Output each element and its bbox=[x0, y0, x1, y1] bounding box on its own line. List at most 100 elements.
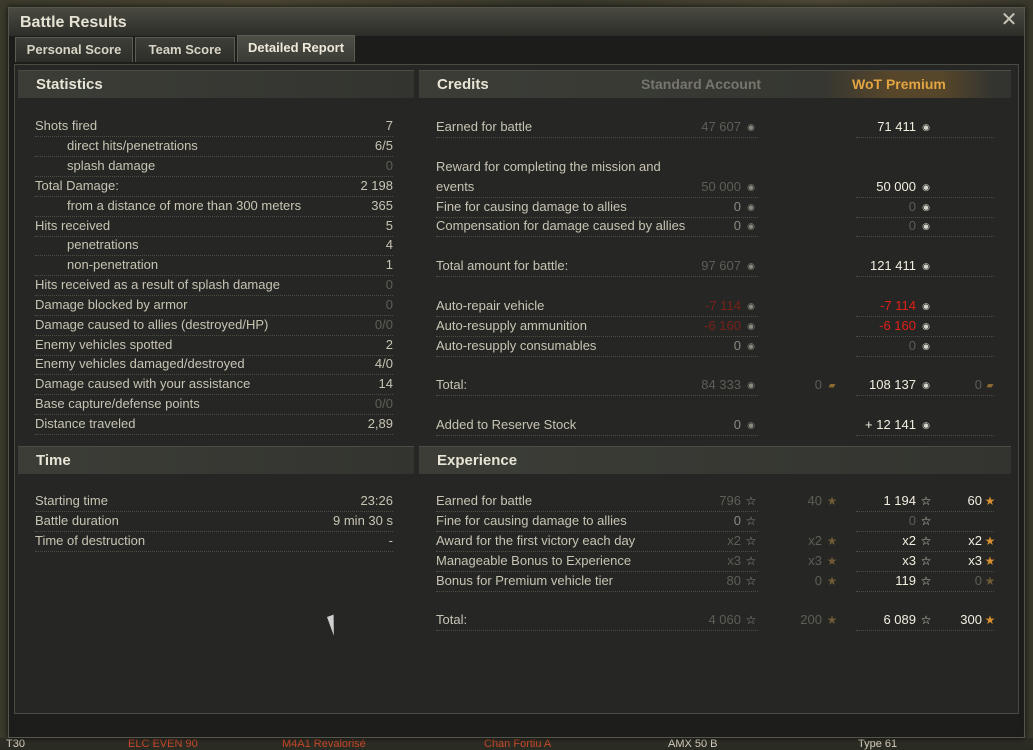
row-divider bbox=[856, 236, 994, 237]
experience-premium-value: 119 bbox=[895, 573, 916, 588]
row-divider bbox=[856, 137, 994, 138]
credits-row: Auto-resupply ammunition -6 160 ◉ -6 160 ◉ bbox=[436, 317, 996, 337]
xp-star-icon: ☆ bbox=[920, 613, 932, 627]
credits-label: Reward for completing the mission and bbox=[436, 159, 661, 174]
stat-label: Hits received bbox=[35, 218, 111, 233]
stat-row: Damage caused to allies (destroyed/HP) 0/… bbox=[35, 316, 393, 336]
row-divider bbox=[436, 435, 758, 436]
experience-standard-value: 0 bbox=[733, 513, 741, 528]
stat-row: non-penetration 1 bbox=[35, 256, 393, 276]
background-player-name: M4A1 Revalorisé bbox=[282, 738, 366, 750]
statistics-heading: Statistics bbox=[36, 76, 103, 93]
stat-value: 6/5 bbox=[374, 138, 393, 153]
credits-standard-value: 0 bbox=[733, 218, 741, 233]
stat-row: direct hits/penetrations 6/5 bbox=[35, 137, 393, 157]
credits-label: Total: bbox=[436, 377, 468, 392]
xp-star-icon: ☆ bbox=[745, 574, 757, 588]
stat-value: 4 bbox=[385, 237, 393, 252]
stat-value: 0 bbox=[385, 297, 393, 312]
credits-standard-value: -6 160 bbox=[704, 318, 741, 333]
credit-coin-icon: ◉ bbox=[922, 202, 930, 212]
credit-coin-icon: ◉ bbox=[922, 221, 930, 231]
xp-star-icon: ☆ bbox=[920, 514, 932, 528]
tab-personal-score[interactable]: Personal Score bbox=[15, 37, 133, 62]
xp-star-icon: ☆ bbox=[745, 613, 757, 627]
free-xp-star-icon: ★ bbox=[984, 494, 996, 508]
credits-premium-value: 108 137 bbox=[869, 377, 916, 392]
experience-row: Total: 4 060 ☆ 6 089 ☆ 200 ★ 300 ★ bbox=[436, 611, 996, 631]
row-divider bbox=[436, 356, 758, 357]
stat-value: 365 bbox=[371, 198, 393, 213]
credit-coin-icon: ◉ bbox=[922, 380, 930, 390]
stat-value: 2 bbox=[385, 337, 393, 352]
wot-premium-column: WoT Premium bbox=[852, 76, 946, 92]
experience-standard-free-value: 0 bbox=[814, 573, 822, 588]
stat-row: Shots fired 7 bbox=[35, 117, 393, 137]
stat-label: Enemy vehicles spotted bbox=[35, 337, 173, 352]
close-icon[interactable]: ✕ bbox=[1000, 10, 1018, 30]
credits-label: Earned for battle bbox=[436, 119, 533, 134]
experience-premium-value: x2 bbox=[902, 533, 916, 548]
credit-coin-icon: ◉ bbox=[922, 261, 930, 271]
credits-standard-value: 0 bbox=[733, 199, 741, 214]
title-bar: Battle Results ✕ bbox=[9, 8, 1024, 36]
stat-row: Hits received as a result of splash dama… bbox=[35, 276, 393, 296]
stat-label: Base capture/defense points bbox=[35, 396, 200, 411]
experience-standard-free-value: x3 bbox=[808, 553, 822, 568]
stat-row: Damage caused with your assistance 14 bbox=[35, 375, 393, 395]
xp-star-icon: ☆ bbox=[920, 494, 932, 508]
tab-team-score[interactable]: Team Score bbox=[135, 37, 235, 62]
credits-premium-value: -7 114 bbox=[880, 298, 916, 313]
xp-star-icon: ☆ bbox=[745, 554, 757, 568]
xp-star-icon: ☆ bbox=[920, 554, 932, 568]
credit-coin-icon: ◉ bbox=[747, 420, 755, 430]
window-title: Battle Results bbox=[20, 14, 127, 31]
time-value: 9 min 30 s bbox=[333, 513, 393, 528]
credits-label: Total amount for battle: bbox=[436, 258, 569, 273]
stat-row: Enemy vehicles damaged/destroyed 4/0 bbox=[35, 355, 393, 375]
credits-row: Compensation for damage caused by allies… bbox=[436, 217, 996, 237]
credits-standard-value: -7 114 bbox=[705, 298, 741, 313]
stat-value: 0/0 bbox=[374, 317, 393, 332]
credits-label: Added to Reserve Stock bbox=[436, 417, 577, 432]
stat-value: 0 bbox=[385, 158, 393, 173]
credit-coin-icon: ◉ bbox=[747, 341, 755, 351]
stat-row: Hits received 5 bbox=[35, 217, 393, 237]
statistics-header: Statistics bbox=[18, 70, 414, 98]
time-row: Battle duration 9 min 30 s bbox=[35, 512, 393, 532]
background-player-name: AMX 50 B bbox=[668, 738, 718, 750]
credit-coin-icon: ◉ bbox=[922, 122, 930, 132]
credit-coin-icon: ◉ bbox=[747, 321, 755, 331]
credits-standard-value: 0 bbox=[733, 417, 741, 432]
credits-premium-value: -6 160 bbox=[879, 318, 916, 333]
time-heading: Time bbox=[36, 452, 71, 469]
credit-coin-icon: ◉ bbox=[747, 122, 755, 132]
stat-value: 2 198 bbox=[360, 178, 393, 193]
stat-row: penetrations 4 bbox=[35, 236, 393, 256]
experience-label: Total: bbox=[436, 612, 468, 627]
stat-label: Distance traveled bbox=[35, 416, 136, 431]
row-divider bbox=[856, 276, 994, 277]
stat-label: direct hits/penetrations bbox=[67, 138, 198, 153]
gold-icon: ▰ bbox=[828, 380, 836, 390]
free-xp-star-icon: ★ bbox=[984, 574, 996, 588]
row-divider bbox=[436, 591, 758, 592]
stat-label: Damage caused to allies (destroyed/HP) bbox=[35, 317, 269, 332]
credits-row: Reward for completing the mission and eve… bbox=[436, 158, 996, 198]
stat-row: Distance traveled 2,89 bbox=[35, 415, 393, 435]
xp-star-icon: ☆ bbox=[920, 574, 932, 588]
experience-premium-value: 1 194 bbox=[883, 493, 916, 508]
row-divider bbox=[856, 356, 994, 357]
free-xp-star-icon: ★ bbox=[826, 554, 838, 568]
stat-label: Shots fired bbox=[35, 118, 98, 133]
time-value: - bbox=[388, 533, 393, 548]
credit-coin-icon: ◉ bbox=[922, 182, 930, 192]
credits-header: Credits Standard Account WoT Premium bbox=[419, 70, 1011, 98]
experience-standard-value: 4 060 bbox=[708, 612, 741, 627]
tab-detailed-report[interactable]: Detailed Report bbox=[237, 35, 355, 62]
credits-standard-value: 97 607 bbox=[701, 258, 741, 273]
credits-row: Total amount for battle: 97 607 ◉ 121 411 ◉ bbox=[436, 257, 996, 277]
experience-header: Experience bbox=[419, 446, 1011, 474]
credits-premium-value: 0 bbox=[908, 218, 916, 233]
free-xp-star-icon: ★ bbox=[984, 613, 996, 627]
